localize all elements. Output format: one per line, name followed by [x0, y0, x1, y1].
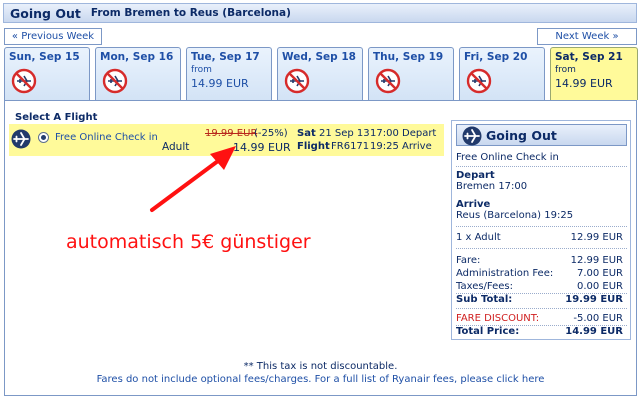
- no-flights-icon: [102, 68, 128, 94]
- depart-value: Bremen 17:00: [456, 181, 528, 192]
- depart-time: 17:00 Depart: [370, 128, 437, 139]
- arrive-value: Reus (Barcelona) 19:25: [456, 210, 574, 221]
- no-flights-icon: [11, 68, 37, 94]
- day-label: Sat, Sep 21: [555, 51, 623, 63]
- flight-number: FR6171: [331, 141, 370, 152]
- flight-date: 21 Sep 13: [319, 128, 370, 139]
- admin-fee-value: 7.00 EUR: [576, 268, 623, 279]
- day-tab-wed-sep-18[interactable]: Wed, Sep 18: [277, 47, 363, 100]
- fare-value: 12.99 EUR: [570, 255, 623, 266]
- day-tab-sat-sep-21[interactable]: Sat, Sep 21 from 14.99 EUR: [550, 47, 638, 100]
- arrive-label: Arrive: [456, 199, 491, 210]
- day-label: Wed, Sep 18: [282, 51, 356, 63]
- day-price: 14.99 EUR: [555, 77, 613, 90]
- from-label: from: [555, 65, 576, 75]
- taxes-value: 0.00 EUR: [576, 281, 623, 292]
- no-flights-icon: [375, 68, 401, 94]
- day-price: 14.99 EUR: [191, 77, 249, 90]
- from-label: from: [191, 65, 212, 75]
- subtotal-label: Sub Total:: [456, 294, 513, 305]
- day-tab-mon-sep-16[interactable]: Mon, Sep 16: [95, 47, 181, 100]
- fare-line: Fare: 12.99 EUR: [456, 255, 627, 267]
- day-tab-sun-sep-15[interactable]: Sun, Sep 15: [4, 47, 90, 100]
- flight-label: Flight: [297, 141, 330, 152]
- taxes-label: Taxes/Fees:: [456, 281, 514, 292]
- tax-note: ** This tax is not discountable.: [243, 361, 398, 372]
- no-flights-icon: [284, 68, 310, 94]
- select-flight-title: Select A Flight: [15, 112, 98, 123]
- day-label: Tue, Sep 17: [191, 51, 260, 63]
- day-tabs: Sun, Sep 15 Mon, Sep 16 Tue, Sep 17 from…: [4, 47, 638, 100]
- fees-link[interactable]: Fares do not include optional fees/charg…: [4, 374, 637, 385]
- day-tab-tue-sep-17[interactable]: Tue, Sep 17 from 14.99 EUR: [186, 47, 272, 100]
- summary-header: Going Out: [456, 124, 627, 146]
- total-line: Total Price: 14.99 EUR: [456, 326, 627, 338]
- day-label: Thu, Sep 19: [373, 51, 444, 63]
- arrive-time: 19:25 Arrive: [370, 141, 432, 152]
- divider: [456, 166, 627, 167]
- day-label: Sun, Sep 15: [9, 51, 80, 63]
- flight-radio[interactable]: [38, 132, 49, 143]
- flight-day: Sat: [297, 128, 316, 139]
- divider: [456, 308, 627, 309]
- taxes-line: Taxes/Fees: 0.00 EUR: [456, 281, 627, 293]
- plane-icon: [462, 126, 482, 146]
- day-tab-fri-sep-20[interactable]: Fri, Sep 20: [459, 47, 545, 100]
- divider: [456, 248, 627, 249]
- day-tab-thu-sep-19[interactable]: Thu, Sep 19: [368, 47, 454, 100]
- total-label: Total Price:: [456, 326, 520, 337]
- divider: [456, 226, 627, 227]
- fare-label: Fare:: [456, 255, 481, 266]
- fare-discount-value: -5.00 EUR: [573, 313, 623, 324]
- summary-title: Going Out: [486, 128, 557, 143]
- fare-discount-label: FARE DISCOUNT:: [456, 313, 540, 324]
- route-label: From Bremen to Reus (Barcelona): [90, 7, 291, 19]
- fare-discount-line: FARE DISCOUNT: -5.00 EUR: [456, 313, 627, 325]
- passenger-line: 1 x Adult 12.99 EUR: [456, 232, 627, 244]
- annotation-arrow: [150, 146, 236, 212]
- section-header: Going Out From Bremen to Reus (Barcelona…: [3, 3, 637, 23]
- booking-summary: Going Out Free Online Check in Depart Br…: [451, 120, 631, 340]
- passenger-line-value: 12.99 EUR: [570, 232, 623, 243]
- day-label: Mon, Sep 16: [100, 51, 174, 63]
- admin-fee-line: Administration Fee: 7.00 EUR: [456, 268, 627, 280]
- subtotal-value: 19.99 EUR: [565, 294, 623, 305]
- no-flights-icon: [466, 68, 492, 94]
- plane-icon: [11, 129, 31, 149]
- passenger-line-label: 1 x Adult: [456, 232, 501, 243]
- subtotal-line: Sub Total: 19.99 EUR: [456, 294, 627, 306]
- annotation-text: automatisch 5€ günstiger: [66, 231, 311, 253]
- depart-label: Depart: [456, 170, 495, 181]
- next-week-button[interactable]: Next Week »: [537, 28, 637, 45]
- day-label: Fri, Sep 20: [464, 51, 528, 63]
- total-value: 14.99 EUR: [565, 326, 623, 337]
- previous-week-button[interactable]: « Previous Week: [4, 28, 102, 45]
- admin-fee-label: Administration Fee:: [456, 268, 554, 279]
- section-title: Going Out: [10, 5, 81, 21]
- summary-checkin: Free Online Check in: [456, 152, 559, 163]
